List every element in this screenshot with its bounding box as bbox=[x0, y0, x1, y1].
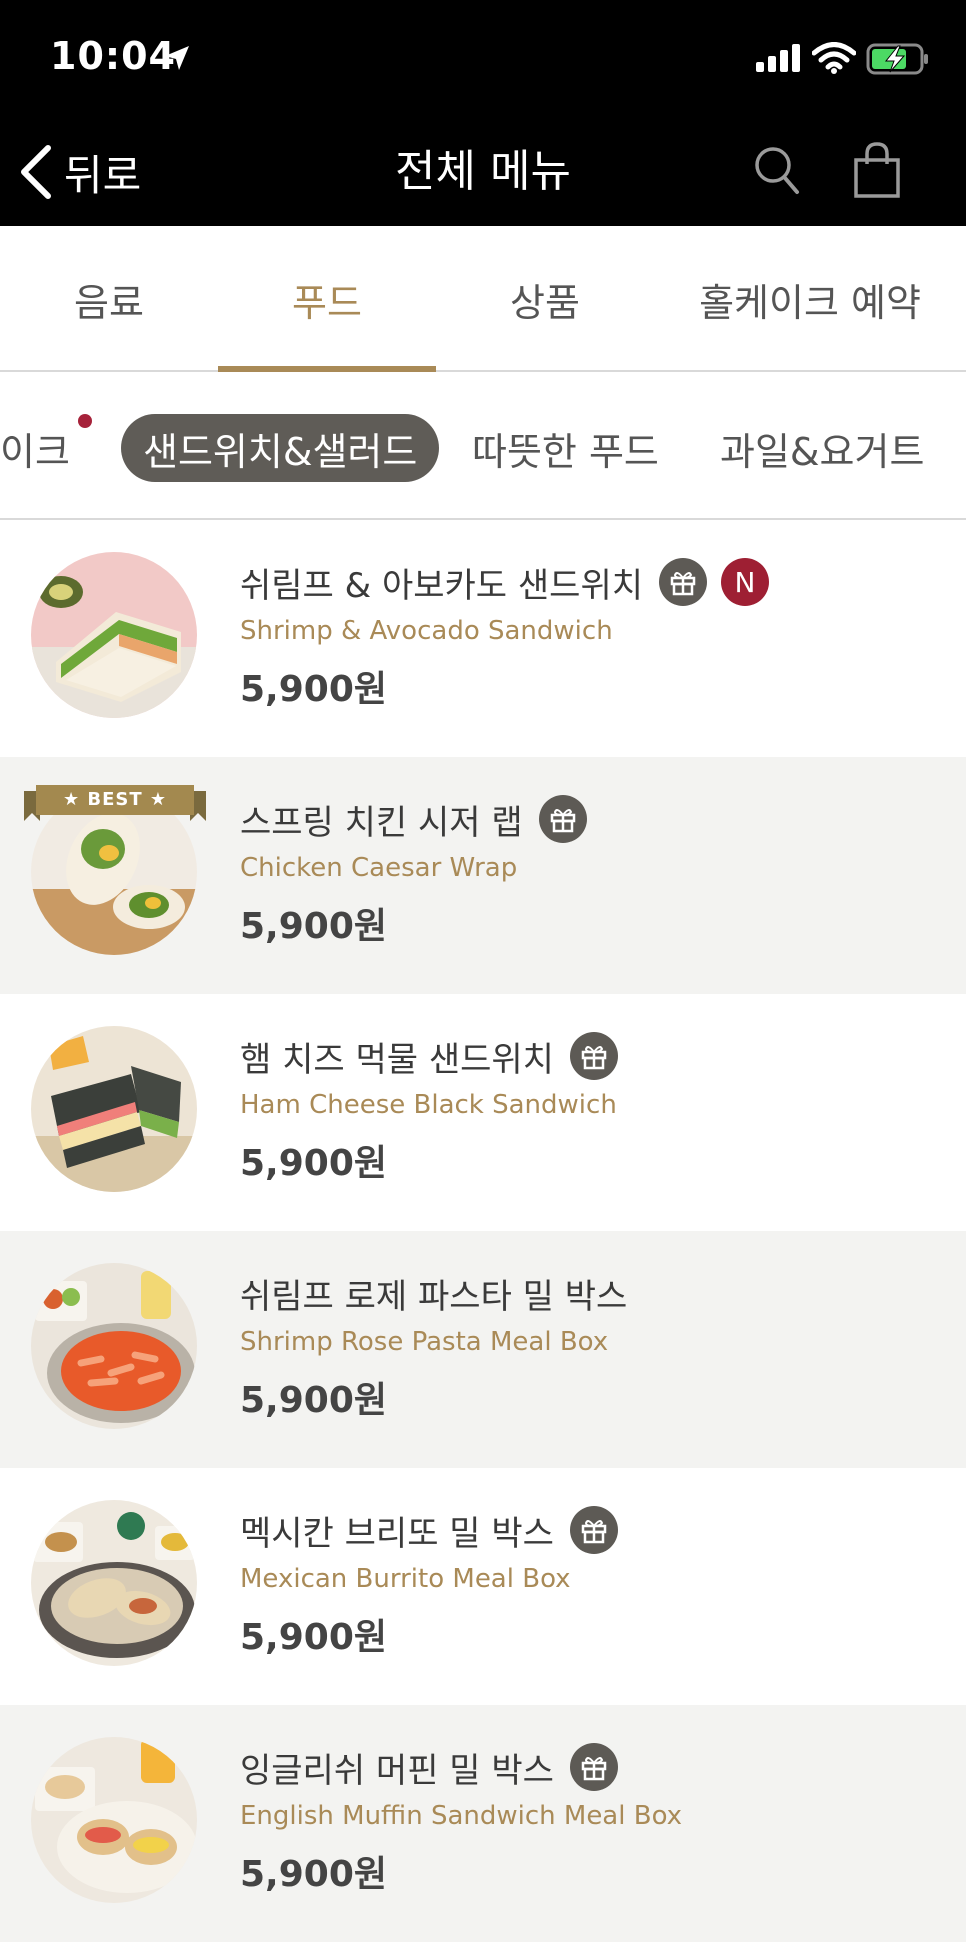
tab-beverage[interactable]: 음료 bbox=[0, 226, 218, 372]
battery-charging-icon bbox=[866, 43, 928, 75]
item-english-name: Mexican Burrito Meal Box bbox=[240, 1564, 571, 1594]
menu-item-row[interactable]: 멕시칸 브리또 밀 박스 Mexican Burrito Meal Box 5,… bbox=[0, 1468, 966, 1705]
product-image bbox=[31, 552, 197, 718]
item-price: 5,900원 bbox=[240, 1854, 387, 1895]
tab-food[interactable]: 푸드 bbox=[218, 226, 436, 372]
item-price: 5,900원 bbox=[240, 1617, 387, 1658]
item-name: 멕시칸 브리또 밀 박스 bbox=[240, 1513, 554, 1554]
menu-item-row[interactable]: 햄 치즈 먹물 샌드위치 Ham Cheese Black Sandwich 5… bbox=[0, 994, 966, 1231]
location-arrow-icon bbox=[165, 46, 189, 70]
item-name: 쉬림프 & 아보카도 샌드위치 bbox=[240, 565, 644, 606]
item-english-name: Chicken Caesar Wrap bbox=[240, 853, 518, 883]
shopping-bag-icon[interactable] bbox=[852, 142, 902, 200]
gift-icon bbox=[659, 558, 708, 606]
product-image bbox=[31, 1500, 197, 1666]
gift-icon bbox=[569, 1743, 618, 1791]
search-icon[interactable] bbox=[752, 144, 802, 198]
category-tabs: 음료 푸드 상품 홀케이크 예약 bbox=[0, 226, 966, 372]
chip-fruit-yogurt[interactable]: 과일&요거트 bbox=[720, 414, 924, 482]
gift-icon bbox=[569, 1032, 618, 1080]
best-badge: ★ BEST ★ bbox=[24, 785, 206, 821]
item-english-name: Shrimp Rose Pasta Meal Box bbox=[240, 1327, 609, 1357]
item-name: 햄 치즈 먹물 샌드위치 bbox=[240, 1039, 554, 1080]
item-english-name: Shrimp & Avocado Sandwich bbox=[240, 616, 613, 646]
item-name: 스프링 치킨 시저 랩 bbox=[240, 802, 523, 843]
item-price: 5,900원 bbox=[240, 669, 387, 710]
chip-cake[interactable]: 이크 bbox=[0, 414, 70, 482]
menu-item-row[interactable]: ★ BEST ★ 스프링 치킨 시저 랩 Chicken Caesar Wrap… bbox=[0, 757, 966, 994]
new-dot-indicator bbox=[78, 414, 92, 428]
item-price: 5,900원 bbox=[240, 906, 387, 947]
wifi-icon bbox=[812, 42, 856, 74]
menu-item-row[interactable]: 쉬림프 & 아보카도 샌드위치 N Shrimp & Avocado Sandw… bbox=[0, 520, 966, 757]
item-name: 쉬림프 로제 파스타 밀 박스 bbox=[240, 1276, 628, 1317]
item-english-name: Ham Cheese Black Sandwich bbox=[240, 1090, 617, 1120]
chip-sandwich-salad[interactable]: 샌드위치&샐러드 bbox=[121, 414, 440, 482]
product-image bbox=[31, 1263, 197, 1429]
item-name: 잉글리쉬 머핀 밀 박스 bbox=[240, 1750, 554, 1791]
page-title: 전체 메뉴 bbox=[395, 146, 571, 197]
tab-goods[interactable]: 상품 bbox=[436, 226, 654, 372]
gift-icon bbox=[569, 1506, 618, 1554]
new-badge: N bbox=[721, 558, 770, 606]
menu-list: 쉬림프 & 아보카도 샌드위치 N Shrimp & Avocado Sandw… bbox=[0, 520, 966, 1942]
active-tab-indicator bbox=[218, 366, 436, 372]
tab-whole-cake-reservation[interactable]: 홀케이크 예약 bbox=[654, 226, 966, 372]
cellular-signal-icon bbox=[756, 44, 800, 72]
status-bar: 10:04 bbox=[0, 0, 966, 118]
product-image bbox=[31, 1737, 197, 1903]
item-price: 5,900원 bbox=[240, 1143, 387, 1184]
menu-item-row[interactable]: 잉글리쉬 머핀 밀 박스 English Muffin Sandwich Mea… bbox=[0, 1705, 966, 1942]
subcategory-bar: 이크 샌드위치&샐러드 따뜻한 푸드 과일&요거트 bbox=[0, 374, 966, 520]
chip-warm-food[interactable]: 따뜻한 푸드 bbox=[472, 414, 659, 482]
best-badge-label: ★ BEST ★ bbox=[62, 789, 168, 810]
item-english-name: English Muffin Sandwich Meal Box bbox=[240, 1801, 683, 1831]
menu-item-row[interactable]: 쉬림프 로제 파스타 밀 박스 Shrimp Rose Pasta Meal B… bbox=[0, 1231, 966, 1468]
item-price: 5,900원 bbox=[240, 1380, 387, 1421]
gift-icon bbox=[538, 795, 587, 843]
status-time: 10:04 bbox=[50, 34, 176, 78]
navigation-bar: 뒤로 전체 메뉴 bbox=[0, 118, 966, 226]
product-image bbox=[31, 1026, 197, 1192]
